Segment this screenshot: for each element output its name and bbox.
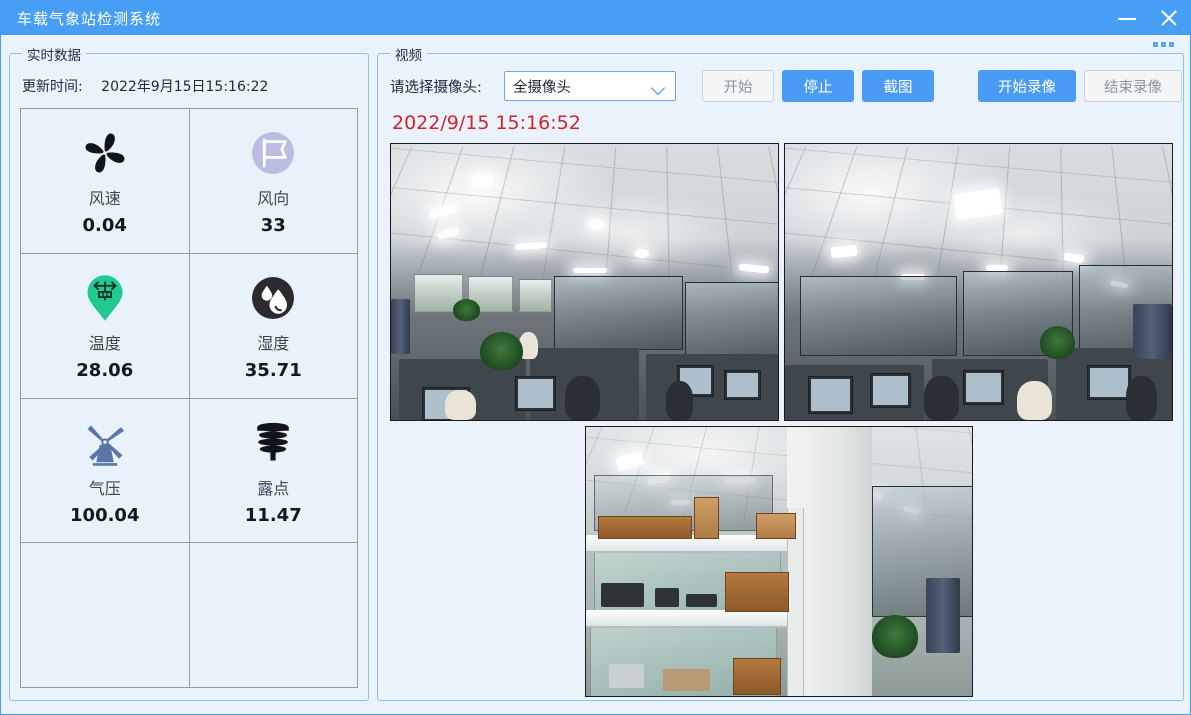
video-feed-1[interactable]: [390, 143, 779, 421]
video-feed-3[interactable]: [585, 426, 973, 697]
windmill-icon: [77, 415, 133, 471]
camera-select[interactable]: 全摄像头: [504, 71, 676, 101]
metric-name: 风向: [257, 189, 290, 209]
metric-cell-humidity: 湿度 35.71: [189, 253, 358, 399]
realtime-data-title: 实时数据: [22, 44, 86, 64]
start-record-button[interactable]: 开始录像: [978, 70, 1076, 102]
metric-name: 露点: [257, 478, 290, 498]
metrics-grid: 风速 0.04 风向 33 温度 28.06 湿度 35.71 气压 100.0…: [20, 108, 358, 688]
metric-cell-empty-2: [189, 543, 358, 688]
metric-value: 0.04: [82, 215, 127, 237]
camera-select-value: 全摄像头: [513, 79, 571, 96]
dewpoint-sensor-icon: [245, 415, 301, 471]
metric-value: 28.06: [76, 360, 134, 382]
metric-cell-empty-1: [21, 543, 190, 688]
window-controls: [1114, 1, 1182, 35]
stop-button[interactable]: 停止: [782, 70, 854, 102]
title-bar: 车载气象站检测系统: [1, 1, 1191, 35]
camera-select-label: 请选择摄像头:: [390, 80, 482, 96]
update-time-row: 更新时间: 2022年9月15日15:16:22: [22, 76, 268, 96]
metric-value: 100.04: [70, 504, 140, 526]
screenshot-button[interactable]: 截图: [862, 70, 934, 102]
update-time-label: 更新时间:: [22, 79, 83, 95]
metric-value: 35.71: [244, 360, 302, 382]
video-scene: [391, 144, 778, 420]
video-scene: [785, 144, 1172, 420]
minimize-icon[interactable]: [1114, 5, 1140, 31]
metric-value: 11.47: [244, 504, 302, 526]
metric-cell-dewpoint: 露点 11.47: [189, 398, 358, 544]
stop-record-button[interactable]: 结束录像: [1084, 70, 1182, 102]
metric-cell-pressure: 气压 100.04: [21, 398, 190, 544]
realtime-data-panel: 实时数据 更新时间: 2022年9月15日15:16:22 风速 0.04 风向…: [9, 44, 369, 701]
metric-name: 湿度: [257, 334, 290, 354]
app-window: 车载气象站检测系统 实时数据 更新时间: 2022年9月15日15:16:22: [0, 0, 1191, 715]
metric-cell-windspeed: 风速 0.04: [21, 109, 190, 254]
flag-icon: [245, 125, 301, 181]
start-button[interactable]: 开始: [702, 70, 774, 102]
metric-cell-winddirection: 风向 33: [189, 109, 358, 254]
chevron-down-icon: [650, 80, 666, 96]
video-panel-title: 视频: [390, 44, 427, 64]
video-timestamp: 2022/9/15 15:16:52: [392, 112, 581, 134]
video-panel: 视频 请选择摄像头: 全摄像头 开始 停止 截图 开始录像 结束录像 2022/…: [377, 44, 1184, 701]
close-icon[interactable]: [1156, 5, 1182, 31]
metric-name: 气压: [88, 478, 121, 498]
metric-name: 风速: [88, 189, 121, 209]
window-title: 车载气象站检测系统: [17, 9, 162, 28]
update-time-value: 2022年9月15日15:16:22: [101, 79, 269, 95]
metric-value: 33: [260, 215, 286, 237]
humidity-drop-icon: [245, 270, 301, 326]
three-dots-icon[interactable]: [1153, 42, 1174, 47]
metric-cell-temperature: 温度 28.06: [21, 253, 190, 399]
metric-name: 温度: [88, 334, 121, 354]
thermometer-pin-icon: [77, 270, 133, 326]
video-feed-2[interactable]: [784, 143, 1173, 421]
video-scene: [586, 427, 972, 696]
fan-icon: [77, 125, 133, 181]
